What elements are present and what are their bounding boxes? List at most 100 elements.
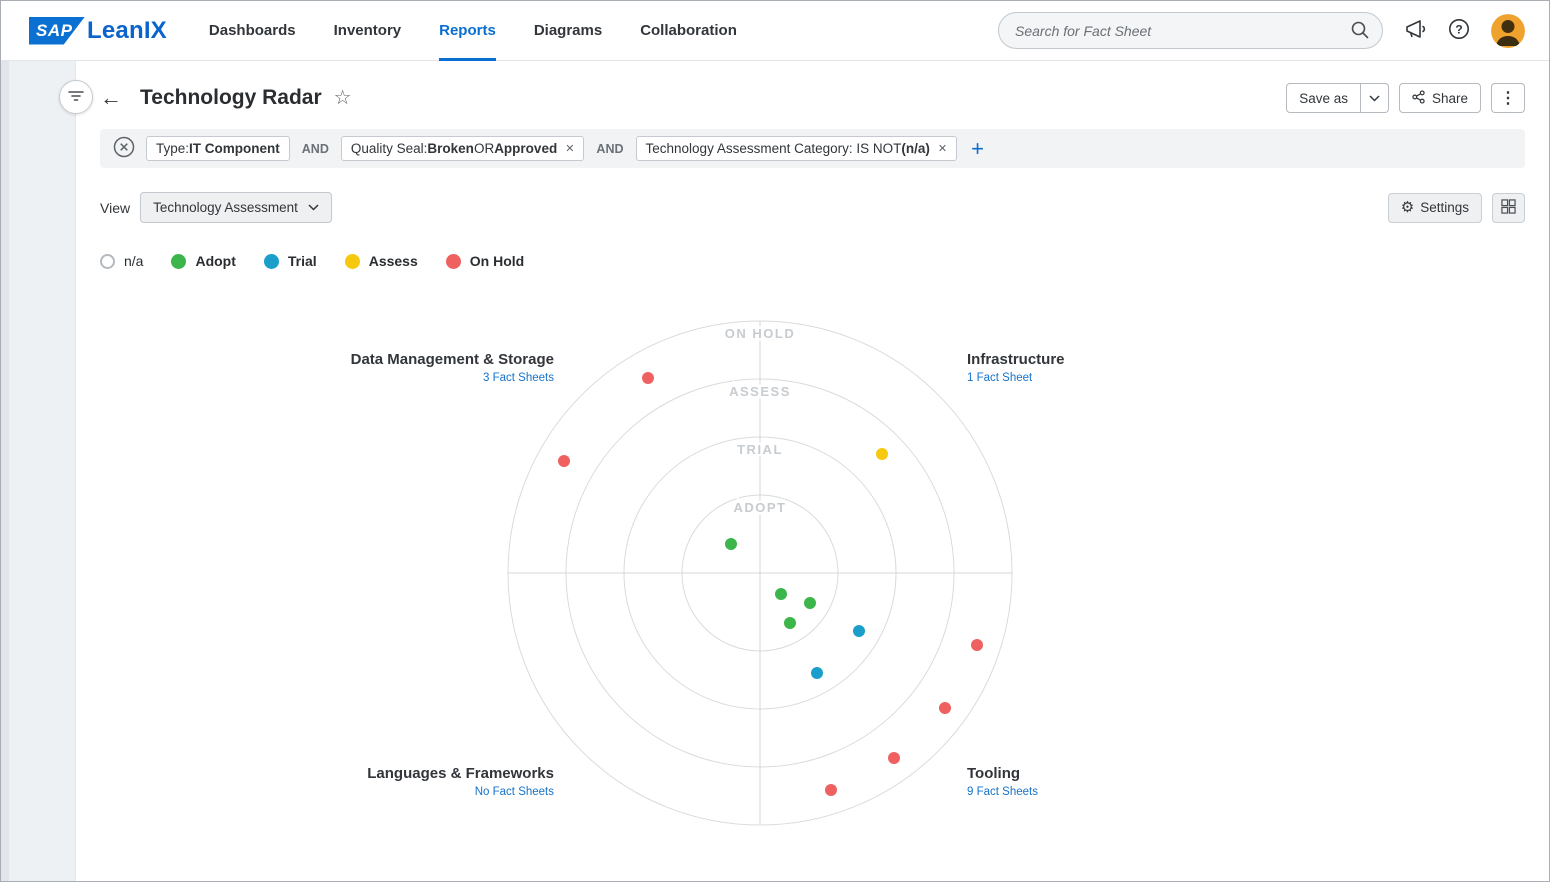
legend-label: Assess (369, 253, 418, 269)
announcements-button[interactable] (1403, 17, 1427, 44)
radar-point-trial[interactable] (853, 625, 865, 637)
quadrant-title: Tooling (967, 765, 1227, 782)
leanix-wordmark: LeanIX (87, 17, 167, 45)
more-options-button[interactable]: ⋮ (1491, 83, 1525, 113)
nav-item-dashboards[interactable]: Dashboards (209, 1, 296, 61)
top-icon-group: ? (1403, 14, 1525, 48)
radar-point-adopt[interactable] (784, 617, 796, 629)
settings-label: Settings (1420, 200, 1469, 215)
view-label: View (100, 200, 130, 216)
save-as-button[interactable]: Save as (1286, 83, 1361, 113)
quadrant-data-management-storage: Data Management & Storage 3 Fact Sheets (294, 351, 554, 384)
view-actions: ⚙ Settings (1388, 193, 1525, 223)
filter-chips: Type: IT ComponentANDQuality Seal: Broke… (146, 136, 957, 161)
filter-operator: AND (302, 142, 329, 156)
chevron-down-icon (308, 204, 319, 211)
chip-text: Approved (494, 141, 557, 156)
nav-item-inventory[interactable]: Inventory (334, 1, 402, 61)
chip-text: Type: (156, 141, 189, 156)
user-avatar[interactable] (1491, 14, 1525, 48)
radar-point-on-hold[interactable] (825, 784, 837, 796)
legend: n/a Adopt Trial Assess On Hold (100, 253, 1525, 269)
add-filter-button[interactable]: + (967, 138, 988, 160)
table-view-button[interactable] (1492, 193, 1525, 223)
quadrant-fact-sheets-link[interactable]: 1 Fact Sheet (967, 372, 1227, 384)
quadrant-fact-sheets-link[interactable]: No Fact Sheets (294, 786, 554, 798)
report-header: ← Technology Radar ☆ Save as Share ⋮ (100, 83, 1525, 113)
page-title: Technology Radar (140, 86, 322, 110)
radar-point-on-hold[interactable] (558, 455, 570, 467)
legend-item-assess[interactable]: Assess (345, 253, 418, 269)
quadrant-fact-sheets-link[interactable]: 9 Fact Sheets (967, 786, 1227, 798)
filter-panel-toggle[interactable] (59, 80, 93, 114)
view-dropdown[interactable]: Technology Assessment (140, 192, 332, 223)
filter-chip[interactable]: Type: IT Component (146, 136, 290, 161)
radar-point-adopt[interactable] (804, 597, 816, 609)
save-as-dropdown-button[interactable] (1361, 83, 1389, 113)
nav-item-diagrams[interactable]: Diagrams (534, 1, 602, 61)
back-button[interactable]: ← (100, 87, 122, 109)
quadrant-fact-sheets-link[interactable]: 3 Fact Sheets (294, 372, 554, 384)
header-actions: Save as Share ⋮ (1286, 83, 1525, 113)
legend-item-on-hold[interactable]: On Hold (446, 253, 524, 269)
top-navigation-bar: SAP LeanIX Dashboards Inventory Reports Dia… (1, 1, 1549, 61)
fact-sheet-search (998, 12, 1383, 49)
legend-item-adopt[interactable]: Adopt (171, 253, 235, 269)
clear-filters-button[interactable] (112, 135, 136, 162)
search-input[interactable] (998, 12, 1383, 49)
legend-item-n-a[interactable]: n/a (100, 253, 143, 269)
legend-swatch (446, 254, 461, 269)
legend-swatch (100, 254, 115, 269)
chip-text: OR (474, 141, 494, 156)
nav-item-reports[interactable]: Reports (439, 1, 496, 61)
app-window: SAP LeanIX Dashboards Inventory Reports Dia… (0, 0, 1550, 882)
filter-bar: Type: IT ComponentANDQuality Seal: Broke… (100, 129, 1525, 168)
quadrant-title: Data Management & Storage (294, 351, 554, 368)
sap-logo: SAP (29, 17, 85, 45)
filter-chip[interactable]: Quality Seal: Broken OR Approved✕ (341, 136, 585, 161)
avatar-image (1491, 14, 1525, 48)
radar-point-assess[interactable] (876, 448, 888, 460)
share-icon (1412, 90, 1425, 107)
search-icon[interactable] (1350, 20, 1370, 43)
chip-text: (n/a) (901, 141, 930, 156)
radar-point-on-hold[interactable] (939, 702, 951, 714)
ring-label-on-hold: ON HOLD (725, 326, 795, 341)
radar-point-trial[interactable] (811, 667, 823, 679)
radar-point-adopt[interactable] (775, 588, 787, 600)
settings-button[interactable]: ⚙ Settings (1388, 193, 1482, 223)
legend-swatch (345, 254, 360, 269)
radar-point-on-hold[interactable] (888, 752, 900, 764)
filter-icon (68, 89, 84, 106)
brand-logo[interactable]: SAP LeanIX (29, 17, 167, 45)
radar-point-on-hold[interactable] (642, 372, 654, 384)
remove-filter-icon[interactable]: ✕ (938, 142, 947, 155)
legend-item-trial[interactable]: Trial (264, 253, 317, 269)
megaphone-icon (1403, 17, 1427, 44)
gear-icon: ⚙ (1401, 200, 1414, 215)
view-dropdown-value: Technology Assessment (153, 200, 298, 215)
radar-point-on-hold[interactable] (971, 639, 983, 651)
save-as-split-button: Save as (1286, 83, 1389, 113)
filter-operator: AND (596, 142, 623, 156)
ring-label-trial: TRIAL (737, 442, 783, 457)
radar-chart: ADOPTTRIALASSESSON HOLDData Management &… (1, 271, 1549, 881)
ring-label-adopt: ADOPT (734, 500, 787, 515)
chip-text: IT Component (189, 141, 280, 156)
quadrant-infrastructure: Infrastructure1 Fact Sheet (967, 351, 1227, 384)
remove-filter-icon[interactable]: ✕ (565, 142, 574, 155)
help-button[interactable]: ? (1447, 17, 1471, 44)
favorite-star-icon[interactable]: ☆ (334, 88, 352, 108)
share-button[interactable]: Share (1399, 83, 1481, 113)
legend-swatch (171, 254, 186, 269)
radar-point-adopt[interactable] (725, 538, 737, 550)
nav-item-collaboration[interactable]: Collaboration (640, 1, 737, 61)
filter-chip[interactable]: Technology Assessment Category: IS NOT (… (636, 136, 958, 161)
legend-label: On Hold (470, 253, 524, 269)
chip-text: Broken (427, 141, 474, 156)
quadrant-languages-frameworks: Languages & FrameworksNo Fact Sheets (294, 765, 554, 798)
quadrant-tooling: Tooling 9 Fact Sheets (967, 765, 1227, 798)
grid-icon (1501, 199, 1516, 217)
legend-label: Adopt (195, 253, 235, 269)
svg-text:?: ? (1455, 22, 1462, 36)
